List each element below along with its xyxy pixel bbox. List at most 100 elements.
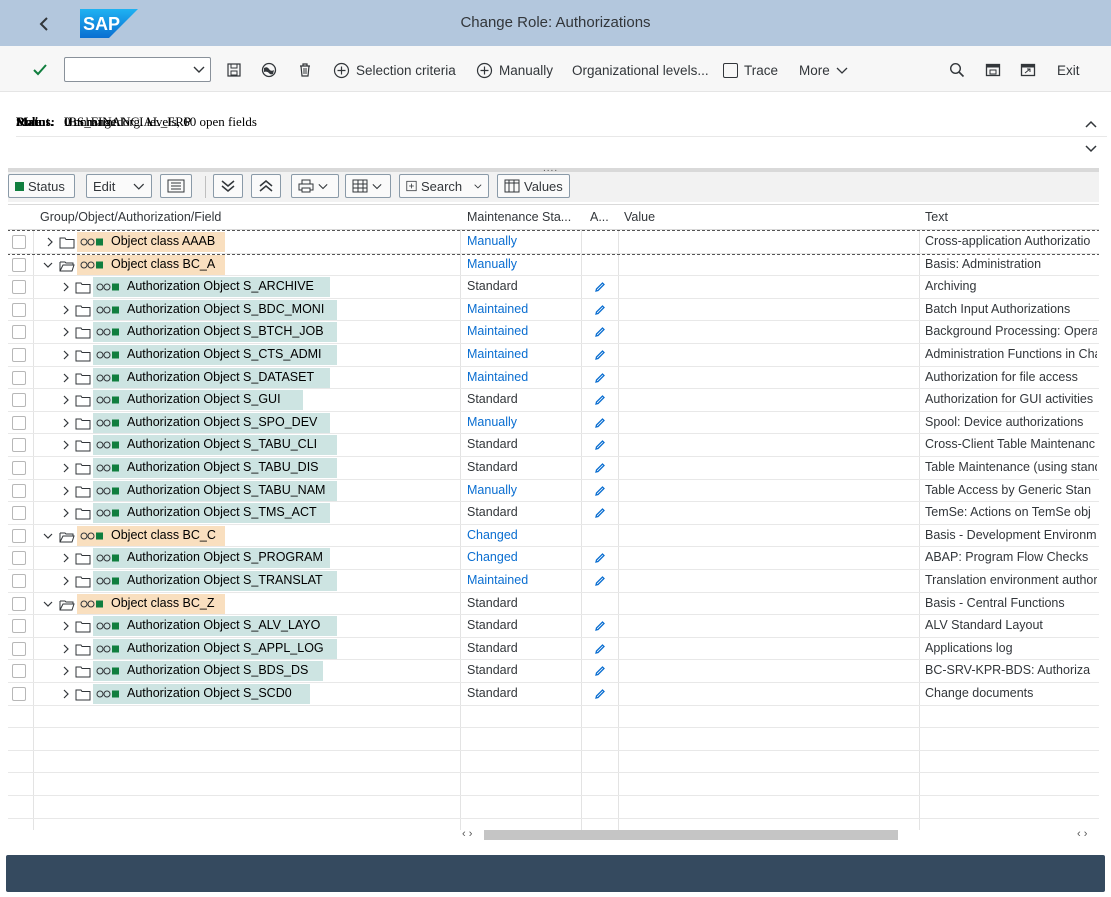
column-header-maintenance-status[interactable]: Maintenance Sta... — [467, 210, 577, 224]
pencil-icon[interactable] — [594, 620, 606, 632]
pencil-icon[interactable] — [594, 281, 606, 293]
column-header-text[interactable]: Text — [925, 210, 1095, 224]
save-button[interactable] — [226, 59, 242, 81]
chevron-right-icon[interactable] — [61, 303, 71, 317]
object-label[interactable]: Authorization Object S_SPO_DEV — [127, 415, 317, 429]
row-select-checkbox[interactable] — [12, 235, 26, 249]
maintenance-status[interactable]: Maintained — [467, 347, 577, 361]
chevron-right-icon[interactable] — [61, 348, 71, 362]
chevron-right-icon[interactable] — [61, 325, 71, 339]
maintenance-status[interactable]: Maintained — [467, 370, 577, 384]
edit-menu[interactable]: Edit — [86, 174, 152, 198]
row-select-checkbox[interactable] — [12, 506, 26, 521]
maintenance-status[interactable]: Manually — [467, 483, 577, 497]
authorization-object-row[interactable]: Authorization Object S_PROGRAM Changed ABA… — [8, 547, 1099, 570]
pencil-icon[interactable] — [594, 665, 606, 677]
details-button[interactable] — [160, 174, 192, 198]
authorization-object-row[interactable]: Authorization Object S_BTCH_JOB Maintaine… — [8, 321, 1099, 344]
authorization-object-row[interactable]: Authorization Object S_CTS_ADMI Maintaine… — [8, 344, 1099, 367]
chevron-right-icon[interactable] — [61, 484, 71, 498]
chevron-right-icon[interactable] — [45, 235, 55, 249]
pencil-icon[interactable] — [594, 417, 606, 429]
chevron-down-icon[interactable] — [43, 529, 53, 543]
chevron-down-icon[interactable] — [192, 62, 206, 76]
delete-button[interactable] — [297, 59, 313, 81]
chevron-right-icon[interactable] — [61, 619, 71, 633]
enter-button[interactable] — [32, 59, 48, 81]
pencil-icon[interactable] — [594, 394, 606, 406]
object-label[interactable]: Authorization Object S_GUI — [127, 392, 281, 406]
object-label[interactable]: Object class BC_A — [111, 257, 215, 271]
chevron-right-icon[interactable] — [61, 574, 71, 588]
row-select-checkbox[interactable] — [12, 528, 26, 543]
find-button[interactable] — [949, 59, 965, 81]
chevron-right-icon[interactable] — [61, 371, 71, 385]
object-label[interactable]: Authorization Object S_TMS_ACT — [127, 505, 317, 519]
maintenance-status[interactable]: Maintained — [467, 324, 577, 338]
column-header-action[interactable]: A... — [590, 210, 616, 224]
authorization-object-row[interactable]: Authorization Object S_TRANSLAT Maintaine… — [8, 570, 1099, 593]
object-label[interactable]: Object class AAAB — [111, 234, 215, 248]
pencil-icon[interactable] — [594, 507, 606, 519]
authorization-object-row[interactable]: Authorization Object S_SCD0 Standard Chang… — [8, 683, 1099, 706]
object-label[interactable]: Authorization Object S_BDC_MONI — [127, 302, 324, 316]
chevron-right-icon[interactable] — [61, 664, 71, 678]
pencil-icon[interactable] — [594, 575, 606, 587]
pencil-icon[interactable] — [594, 326, 606, 338]
other-object-button[interactable] — [261, 59, 277, 81]
chevron-right-icon[interactable] — [61, 393, 71, 407]
maintenance-status[interactable]: Manually — [467, 234, 577, 248]
chevron-right-icon[interactable] — [61, 280, 71, 294]
pencil-icon[interactable] — [594, 552, 606, 564]
object-label[interactable]: Authorization Object S_TABU_DIS — [127, 460, 319, 474]
row-select-checkbox[interactable] — [12, 415, 26, 430]
pencil-icon[interactable] — [594, 643, 606, 655]
scroll-left-right-icon[interactable]: ‹ › — [462, 828, 472, 840]
object-label[interactable]: Authorization Object S_BDS_DS — [127, 663, 308, 677]
row-select-checkbox[interactable] — [12, 619, 26, 634]
object-label[interactable]: Object class BC_C — [111, 528, 216, 542]
authorization-object-row[interactable]: Authorization Object S_GUI Standard Author… — [8, 389, 1099, 412]
chevron-right-icon[interactable] — [61, 551, 71, 565]
header-scroll[interactable] — [1084, 118, 1098, 158]
object-label[interactable]: Authorization Object S_SCD0 — [127, 686, 292, 700]
authorization-object-row[interactable]: Authorization Object S_TABU_DIS Standard T… — [8, 457, 1099, 480]
trace-checkbox-box[interactable] — [723, 62, 738, 78]
chevron-down-icon[interactable] — [1084, 141, 1098, 155]
new-session-button[interactable] — [1020, 59, 1036, 81]
authorization-object-row[interactable]: Authorization Object S_BDS_DS Standard BC-… — [8, 660, 1099, 683]
chevron-down-icon[interactable] — [43, 597, 53, 611]
object-label[interactable]: Authorization Object S_APPL_LOG — [127, 641, 324, 655]
pencil-icon[interactable] — [594, 439, 606, 451]
authorization-object-row[interactable]: Authorization Object S_TABU_CLI Standard C… — [8, 434, 1099, 457]
chevron-right-icon[interactable] — [61, 642, 71, 656]
horizontal-scrollbar[interactable] — [484, 830, 898, 840]
row-select-checkbox[interactable] — [12, 551, 26, 566]
row-select-checkbox[interactable] — [12, 483, 26, 498]
views-menu[interactable] — [345, 174, 391, 198]
row-select-checkbox[interactable] — [12, 438, 26, 453]
pencil-icon[interactable] — [594, 688, 606, 700]
authorization-object-row[interactable]: Authorization Object S_BDC_MONI Maintaine… — [8, 299, 1099, 322]
column-header-tree[interactable]: Group/Object/Authorization/Field — [40, 210, 455, 224]
object-class-row[interactable]: Object class BC_A Manually Basis: Administ… — [8, 254, 1099, 277]
search-button[interactable]: Search — [399, 174, 489, 198]
maintenance-status[interactable]: Changed — [467, 528, 577, 542]
expand-all-button[interactable] — [213, 174, 243, 198]
chevron-right-icon[interactable] — [61, 461, 71, 475]
authorization-object-row[interactable]: Authorization Object S_TMS_ACT Standard Te… — [8, 502, 1099, 525]
row-select-checkbox[interactable] — [12, 325, 26, 340]
row-select-checkbox[interactable] — [12, 280, 26, 295]
row-select-checkbox[interactable] — [12, 687, 26, 701]
chevron-right-icon[interactable] — [61, 687, 71, 701]
pencil-icon[interactable] — [594, 372, 606, 384]
row-select-checkbox[interactable] — [12, 370, 26, 385]
values-button[interactable]: Values — [497, 174, 570, 198]
authorization-object-row[interactable]: Authorization Object S_TABU_NAM Manually T… — [8, 480, 1099, 503]
chevron-right-icon[interactable] — [61, 416, 71, 430]
authorization-object-row[interactable]: Authorization Object S_ALV_LAYO Standard A… — [8, 615, 1099, 638]
authorization-object-row[interactable]: Authorization Object S_SPO_DEV Manually Sp… — [8, 412, 1099, 435]
chevron-right-icon[interactable] — [61, 506, 71, 520]
collapse-all-button[interactable] — [251, 174, 281, 198]
pencil-icon[interactable] — [594, 462, 606, 474]
